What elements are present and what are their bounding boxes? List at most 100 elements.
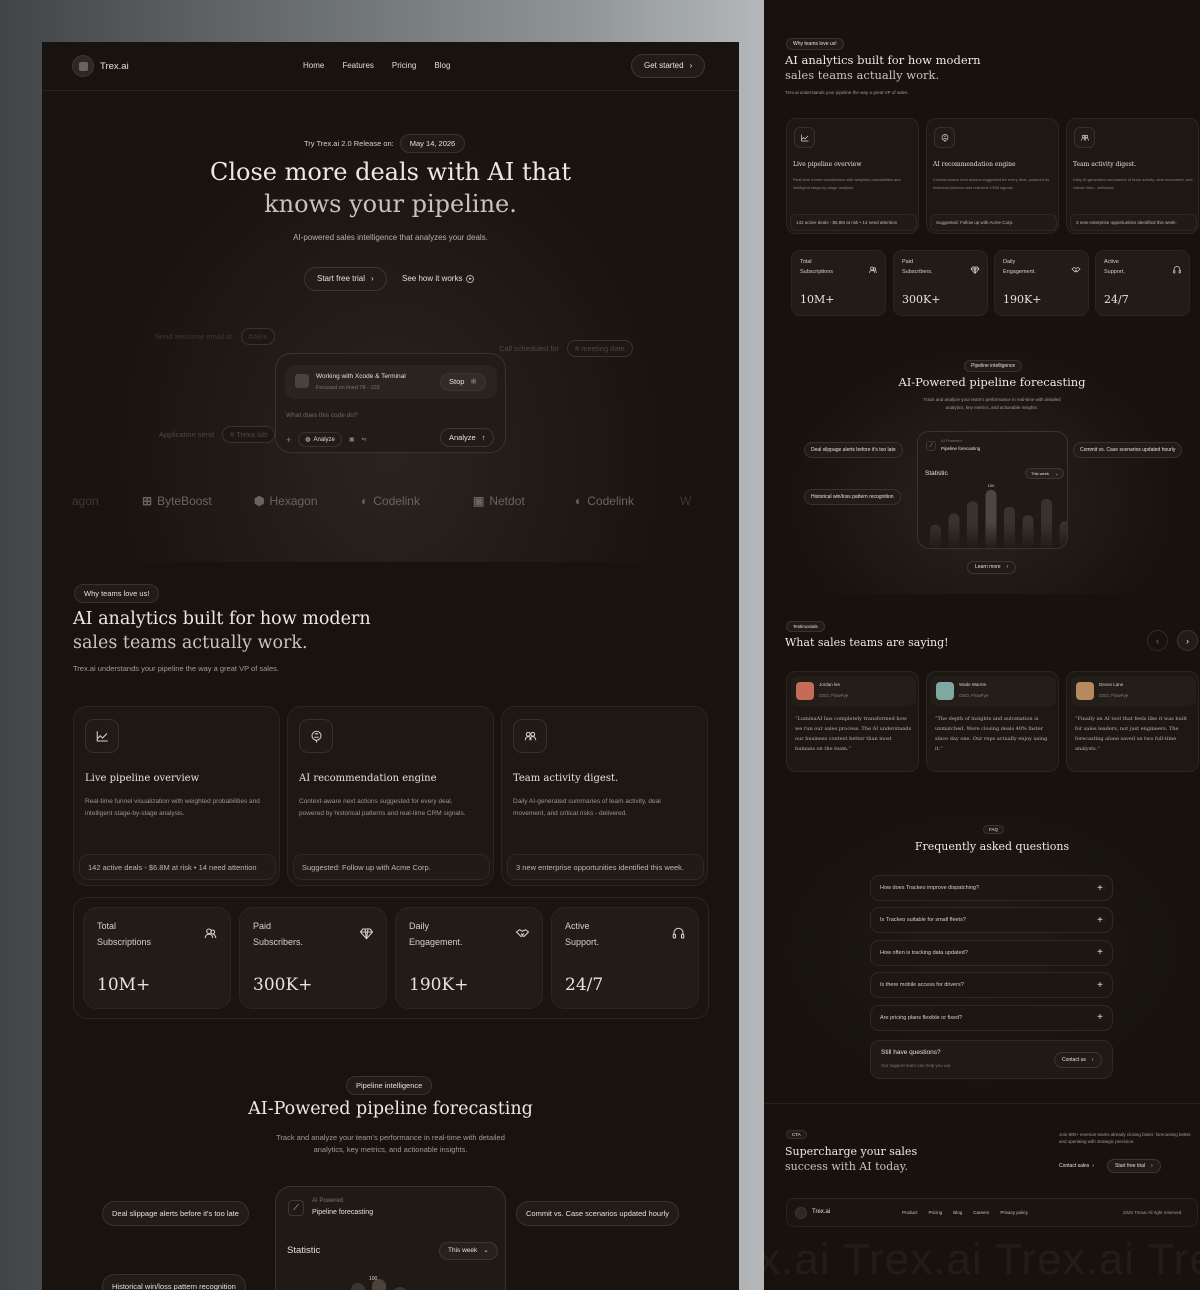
nav-link-home[interactable]: Home [303,61,324,70]
forecast-chart-kicker: AI Powered [941,438,962,443]
chevron-down-icon: ⌄ [483,1246,489,1254]
stop-button[interactable]: Stop ✻ [440,373,486,391]
faq-item[interactable]: How does Trackeo improve dispatching? + [870,875,1113,901]
feature-footer-small: Suggested: Follow up with Acme Corp. [930,214,1057,231]
stat-label-line2: Engagement. [409,937,463,947]
hero-background [42,42,739,562]
testimonial-card: Jordan lee CEO, FlowFye “LuminaAI has comp… [786,671,919,772]
start-free-trial-button[interactable]: Start free trial › [304,267,387,291]
nav-link-features[interactable]: Features [342,61,374,70]
float-call-label: Call scheduled for [499,344,560,353]
why-title-small: AI analytics built for how modern sales … [785,53,981,83]
nav-link-pricing[interactable]: Pricing [392,61,416,70]
testimonial-header: Devon Lane CEO, FlowFye [1071,676,1196,706]
footer-brand: Trex.ai [812,1209,831,1215]
logo-codelink-label: Codelink [373,494,420,508]
footer-link-blog[interactable]: Blog [953,1210,962,1215]
feature-title-small: Team activity digest. [1073,161,1137,168]
cta-badge: CTA [786,1130,807,1139]
still-questions-title: Still have questions? [881,1049,941,1056]
stat-value: 10M+ [97,975,151,995]
contact-sales-link[interactable]: Contact sales › [1059,1163,1094,1169]
cta-description: Join 800+ revenue teams already closing … [1059,1132,1192,1144]
testimonial-name: Devon Lane [1099,682,1124,687]
why-title: AI analytics built for how modern sales … [73,607,371,655]
plus-icon[interactable]: + [1097,947,1103,958]
stat-value-small: 300K+ [902,293,941,306]
feature-description-small: Real-time funnel visualization with weig… [793,177,901,190]
range-select[interactable]: This week ⌄ [439,1242,498,1260]
why-subtitle-small: Trex.ai understands your pipeline the wa… [785,90,909,95]
stat-label-line1: Total [97,921,117,931]
prompt-placeholder[interactable]: What does this code do? [286,412,358,419]
start-free-trial-label: Start free trial [317,274,366,283]
carousel-prev-button[interactable]: ‹ [1147,630,1168,651]
learn-more-button[interactable]: Learn more › [967,561,1017,574]
faq-item[interactable]: Are pricing plans flexible or fixed? + [870,1004,1113,1031]
task-row: Working with Xcode & Terminal Focused on… [285,365,497,399]
logo-netdot-label: Netdot [489,494,525,508]
forecast-subtitle: Track and analyze your team's performanc… [42,1132,739,1156]
cta-divider [764,1103,1200,1104]
faq-question: Is Trackeo suitable for small fleets? [880,917,966,924]
calendar-icon[interactable]: ▣ [349,436,355,443]
range-select-small[interactable]: This week ⌄ [1025,468,1065,479]
main-landing-panel: Trex.ai Home Features Pricing Blog Get s… [42,42,739,1290]
range-select-label: This week [448,1246,478,1254]
range-select-small-label: This week [1031,470,1050,476]
footer-bar: Trex.ai Product Pricing Blog Careers Pri… [786,1198,1198,1227]
float-email-label: Send welcome email to [155,332,233,341]
feature-title-small: Live pipeline overview [793,161,862,168]
stop-label: Stop [449,377,465,387]
see-how-it-works-link[interactable]: See how it works ▸ [402,274,475,283]
get-started-button[interactable]: Get started › [631,54,706,78]
forecast-card-kicker: AI Powered [312,1198,344,1204]
globe-icon: ◍ [305,437,311,443]
nav-logo[interactable]: Trex.ai [72,55,129,77]
carousel-next-button[interactable]: › [1177,630,1198,651]
stat-card-small: Daily Engagement. 190K+ [994,250,1089,316]
sliders-icon[interactable]: ⇋ [362,436,367,443]
faq-item[interactable]: Is Trackeo suitable for small fleets? + [870,907,1113,934]
plus-icon[interactable]: + [286,435,291,445]
contact-us-button[interactable]: Contact us › [1054,1052,1102,1068]
footer-link-product[interactable]: Product [902,1210,918,1215]
testimonial-header: Jordan lee CEO, FlowFye [791,676,916,706]
task-title: Working with Xcode & Terminal [316,373,406,380]
faq-item[interactable]: Is there mobile access for drivers? + [870,972,1113,999]
forecast-card: ⟋ AI Powered Pipeline forecasting Statis… [275,1186,506,1290]
logo-netdot: ▣ Netdot [473,494,525,508]
footer-link-careers[interactable]: Careers [973,1210,989,1215]
chart-bar [351,1283,365,1290]
team-icon [1074,127,1095,148]
logo-codelink-2-label: Codelink [587,494,634,508]
cta-start-trial-button[interactable]: Start free trial › [1107,1159,1161,1173]
forecast-card-title: Pipeline forecasting [312,1209,374,1216]
testimonials-badge: Testimonials [786,621,825,632]
spinner-icon: ✻ [470,377,477,387]
logo-byteboost-label: ByteBoost [157,494,212,508]
plus-icon[interactable]: + [1097,980,1103,991]
stat-label-line2: Subscribers. [253,937,304,947]
brain-icon [934,127,955,148]
testimonial-quote: “The depth of insights and automation is… [935,716,1048,752]
float-application-label: Application send [159,430,215,439]
arrow-up-icon: ↑ [481,432,486,442]
plus-icon[interactable]: + [1097,915,1103,926]
plus-icon[interactable]: + [1097,883,1103,894]
footer-link-privacy[interactable]: Privacy policy [1000,1210,1028,1215]
faq-item[interactable]: How often is tracking data updated? + [870,939,1113,966]
chart-line-icon: ⟋ [288,1200,304,1216]
footer-link-pricing[interactable]: Pricing [929,1210,943,1215]
plus-icon[interactable]: + [1097,1012,1103,1023]
stat-label-line1: Paid [253,921,272,931]
feature-footer-small: 142 active deals - $6.8M at risk • 14 ne… [790,214,917,231]
chart-peak-label: 100 [369,1276,378,1282]
analyze-button[interactable]: Analyze ↑ [440,428,495,447]
play-circle-icon: ▸ [466,274,475,283]
nav-link-blog[interactable]: Blog [434,61,450,70]
forecast-chip-winloss: Historical win/loss pattern recognition [102,1274,246,1290]
analyze-chip[interactable]: ◍ Analyze [298,432,342,447]
netdot-icon: ▣ [473,494,485,508]
brand-name: Trex.ai [100,60,129,72]
